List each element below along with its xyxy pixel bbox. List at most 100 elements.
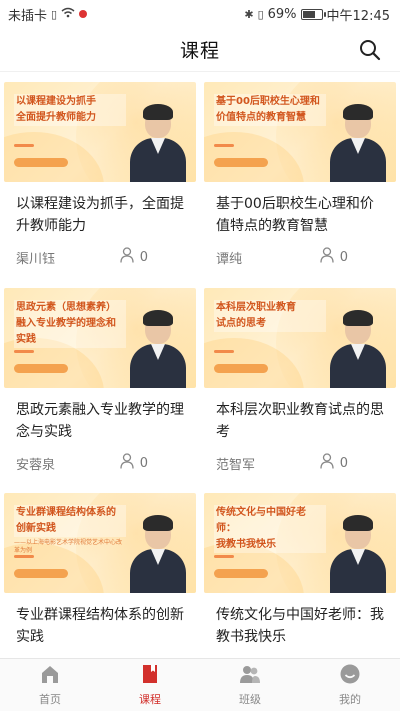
course-title[interactable]: 本科层次职业教育试点的思考 [204,399,396,445]
thumbnail-accent-bar [14,555,34,558]
thumbnail-title-line: 传统文化与中国好老师： [214,505,326,537]
clock: 中午12:45 [326,8,390,24]
thumbnail-lecturer-pill [14,569,68,578]
course-meta: 谭纯 0 [204,247,396,267]
thumbnail-accent-bar [214,350,234,353]
lecturer-name: 谭纯 [216,251,243,267]
carrier-text: 未插卡 [8,8,48,24]
course-title[interactable]: 专业群课程结构体系的创新实践 [4,604,196,650]
thumbnail-accent-bar [214,144,234,147]
wifi-icon [61,7,75,21]
class-icon [239,663,261,688]
course-thumbnail[interactable]: 本科层次职业教育 试点的思考 [204,288,396,388]
sim-icon: ▯ [51,7,58,21]
enrollment-count-value: 0 [139,455,148,471]
thumbnail-title-line: 我教书我快乐 [214,537,326,553]
lecturer-hair [143,515,173,531]
lecturer-hair [343,310,373,326]
thumbnail-title-line: 全面提升教师能力 [14,110,126,126]
course-card[interactable]: 专业群课程结构体系的 创新实践 ——以上海电影艺术学院视觉艺术中心改革为例 专业群课程… [4,493,196,650]
enrollment-count: 0 [120,453,148,473]
enrollment-count-value: 0 [139,249,148,265]
tab-class[interactable]: 班级 [200,659,300,711]
thumbnail-title: 思政元素（思想素养） 融入专业教学的理念和实践 [14,300,126,348]
thumbnail-lecturer-pill [214,364,268,373]
user-icon [320,453,334,473]
course-grid: 以课程建设为抓手 全面提升教师能力以课程建设为抓手，全面提升教师能力渠川钰 0 基于0… [0,74,400,658]
course-card[interactable]: 基于00后职校生心理和 价值特点的教育智慧 基于00后职校生心理和价值特点的教育智慧… [204,82,396,267]
enrollment-count: 0 [320,247,348,267]
search-icon[interactable] [358,38,382,62]
lecturer-photo [326,100,390,182]
thumbnail-title: 本科层次职业教育 试点的思考 [214,300,326,332]
tab-profile[interactable]: 我的 [300,659,400,711]
course-title[interactable]: 传统文化与中国好老师：我教书我快乐 [204,604,396,650]
tab-home[interactable]: 首页 [0,659,100,711]
enrollment-count-value: 0 [339,455,348,471]
lecturer-name: 渠川钰 [16,251,56,267]
lecturer-photo [326,511,390,593]
lecturer-hair [343,515,373,531]
thumbnail-title: 以课程建设为抓手 全面提升教师能力 [14,94,126,126]
tab-book[interactable]: 课程 [100,659,200,711]
thumbnail-title-line: 基于00后职校生心理和 [214,94,326,110]
thumbnail-lecturer-pill [214,158,268,167]
thumbnail-accent-bar [14,144,34,147]
location-icon [79,10,88,18]
thumbnail-title-line: 价值特点的教育智慧 [214,110,326,126]
lecturer-hair [343,104,373,120]
lecturer-photo [126,511,190,593]
user-icon [320,247,334,267]
course-thumbnail[interactable]: 基于00后职校生心理和 价值特点的教育智慧 [204,82,396,182]
course-card[interactable]: 以课程建设为抓手 全面提升教师能力以课程建设为抓手，全面提升教师能力渠川钰 0 [4,82,196,267]
battery-icon [300,8,326,20]
thumbnail-title: 专业群课程结构体系的 创新实践 [14,505,126,537]
course-meta: 渠川钰 0 [4,247,196,267]
user-icon [120,247,134,267]
course-title[interactable]: 思政元素融入专业教学的理念与实践 [4,399,196,445]
thumbnail-title: 传统文化与中国好老师： 我教书我快乐 [214,505,326,553]
profile-icon [339,663,361,688]
course-thumbnail[interactable]: 思政元素（思想素养） 融入专业教学的理念和实践 [4,288,196,388]
course-card[interactable]: 传统文化与中国好老师： 我教书我快乐 传统文化与中国好老师：我教书我快乐 [204,493,396,650]
status-right: ✱ ▯ 69% 中午12:45 [244,5,390,24]
bottom-tab-bar: 首页 课程 班级 我的 [0,658,400,711]
status-left: 未插卡 ▯ [8,5,88,24]
book-icon [139,663,161,688]
thumbnail-title-line: 专业群课程结构体系的 [14,505,126,521]
course-meta: 范智军 0 [204,453,396,473]
home-icon [39,663,61,688]
thumbnail-lecturer-pill [14,158,68,167]
course-title[interactable]: 基于00后职校生心理和价值特点的教育智慧 [204,193,396,239]
course-meta: 安蓉泉 0 [4,453,196,473]
course-thumbnail[interactable]: 专业群课程结构体系的 创新实践 ——以上海电影艺术学院视觉艺术中心改革为例 [4,493,196,593]
lecturer-hair [143,310,173,326]
thumbnail-title-line: 融入专业教学的理念和实践 [14,316,126,348]
lecturer-name: 范智军 [216,457,256,473]
thumbnail-title-line: 本科层次职业教育 [214,300,326,316]
vibrate-icon: ▯ [257,7,264,21]
lecturer-name: 安蓉泉 [16,457,56,473]
course-thumbnail[interactable]: 以课程建设为抓手 全面提升教师能力 [4,82,196,182]
thumbnail-accent-bar [214,555,234,558]
user-icon [120,453,134,473]
course-thumbnail[interactable]: 传统文化与中国好老师： 我教书我快乐 [204,493,396,593]
app-header: 课程 [0,28,400,72]
tab-label: 我的 [339,693,361,706]
course-title[interactable]: 以课程建设为抓手，全面提升教师能力 [4,193,196,239]
thumbnail-lecturer-pill [214,569,268,578]
tab-label: 首页 [39,693,61,706]
enrollment-count-value: 0 [339,249,348,265]
page-title: 课程 [179,40,220,62]
thumbnail-title-line: 试点的思考 [214,316,326,332]
lecturer-photo [126,306,190,388]
status-bar: 未插卡 ▯ ✱ ▯ 69% 中午12:45 [0,0,400,28]
thumbnail-subtitle: ——以上海电影艺术学院视觉艺术中心改革为例 [14,539,123,554]
course-card[interactable]: 思政元素（思想素养） 融入专业教学的理念和实践思政元素融入专业教学的理念与实践安蓉… [4,288,196,473]
thumbnail-accent-bar [14,350,34,353]
lecturer-photo [126,100,190,182]
tab-label: 班级 [239,693,261,706]
lecturer-photo [326,306,390,388]
course-card[interactable]: 本科层次职业教育 试点的思考 本科层次职业教育试点的思考 范智军 0 [204,288,396,473]
lecturer-hair [143,104,173,120]
